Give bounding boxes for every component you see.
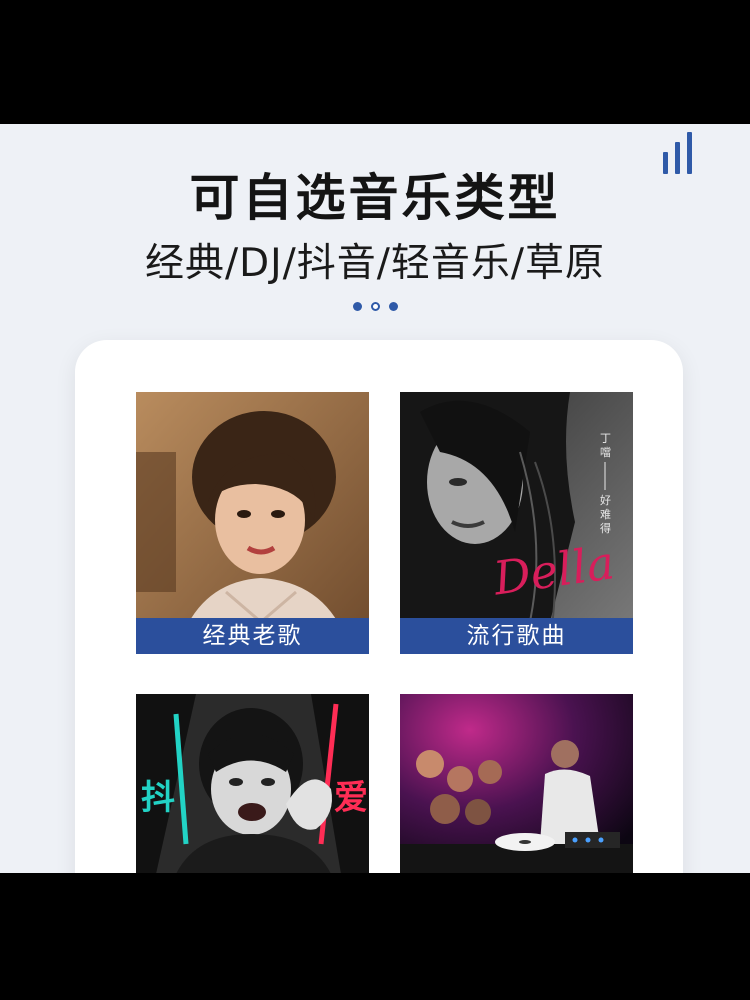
category-label: 流行歌曲 bbox=[400, 618, 633, 654]
cover-text: 噹 bbox=[600, 446, 611, 459]
cover-text: 难 bbox=[600, 508, 611, 521]
carousel-dot[interactable] bbox=[352, 302, 362, 311]
page-subtitle: 经典/DJ/抖音/轻音乐/草原 bbox=[144, 241, 606, 286]
cover-text: 好 bbox=[600, 493, 611, 507]
promo-panel: 可自选音乐类型 经典/DJ/抖音/轻音乐/草原 经典老歌 丁 噹 好 难 得 D… bbox=[0, 124, 750, 873]
carousel-dot[interactable] bbox=[388, 302, 398, 311]
overlay-text: 爱 bbox=[334, 778, 368, 818]
pop-album-image: 丁 噹 好 难 得 Della bbox=[400, 392, 633, 654]
carousel-dot-active[interactable] bbox=[370, 302, 380, 311]
page-title: 可自选音乐类型 bbox=[189, 169, 561, 227]
category-tile-pop[interactable]: 丁 噹 好 难 得 Della 流行歌曲 bbox=[400, 392, 633, 654]
classic-singer-image bbox=[136, 392, 369, 654]
cover-text: 丁 bbox=[600, 432, 611, 445]
category-tile-douyin[interactable]: 抖 爱 bbox=[136, 694, 369, 873]
overlay-text: 抖 bbox=[141, 778, 175, 818]
cover-text: 得 bbox=[600, 522, 611, 535]
carousel-indicator bbox=[0, 302, 750, 311]
category-tile-classic[interactable]: 经典老歌 bbox=[136, 392, 369, 654]
category-label: 经典老歌 bbox=[136, 618, 369, 654]
category-card: 经典老歌 丁 噹 好 难 得 Della 流行歌曲 抖 爱 bbox=[75, 340, 683, 873]
letterbox-top bbox=[0, 0, 750, 124]
category-tile-dj[interactable] bbox=[400, 694, 633, 873]
dj-club-image bbox=[400, 694, 633, 873]
douyin-girl-image: 抖 爱 bbox=[136, 694, 369, 873]
letterbox-bottom bbox=[0, 873, 750, 1000]
